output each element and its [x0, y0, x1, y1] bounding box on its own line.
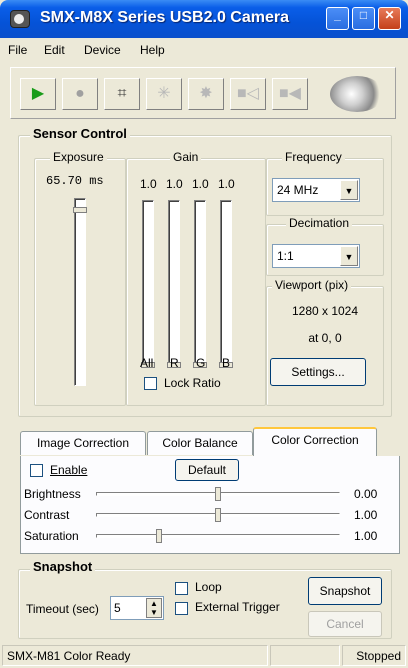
gain-slider-r[interactable] [168, 200, 180, 368]
external-trigger-label: External Trigger [195, 600, 280, 614]
camera-out-icon: ■◀ [279, 85, 301, 102]
enable-checkbox[interactable] [30, 464, 43, 477]
close-button[interactable]: ✕ [378, 7, 401, 30]
gain-slider-all[interactable] [142, 200, 154, 368]
decimation-value: 1:1 [277, 249, 294, 263]
loop-label: Loop [195, 580, 222, 594]
decimation-label: Decimation [286, 216, 353, 230]
sensor-settings-icon: ✸ [199, 85, 213, 102]
chevron-down-icon[interactable]: ▼ [340, 180, 358, 200]
timeout-value: 5 [114, 601, 121, 615]
exposure-label: Exposure [50, 150, 107, 164]
timeout-spinner[interactable]: 5 ▲ ▼ [110, 596, 164, 620]
status-left: SMX-M81 Color Ready [2, 645, 268, 666]
play-icon: ▶ [31, 85, 45, 102]
viewport-offset: at 0, 0 [308, 331, 342, 345]
exposure-slider[interactable] [74, 198, 86, 386]
saturation-slider[interactable] [96, 534, 340, 538]
gain-value-b: 1.0 [218, 177, 235, 191]
exposure-slider-thumb[interactable] [73, 207, 87, 214]
spinner-arrows-icon[interactable]: ▲ ▼ [146, 598, 162, 618]
brightness-slider-thumb[interactable] [215, 487, 221, 501]
sensor-settings-button[interactable]: ✸ [188, 78, 224, 110]
play-button[interactable]: ▶ [20, 78, 56, 110]
frequency-label: Frequency [282, 150, 345, 164]
tab-image-correction[interactable]: Image Correction [20, 431, 146, 455]
saturation-slider-thumb[interactable] [155, 529, 162, 543]
enable-label: Enable [50, 463, 88, 477]
record-button[interactable]: ● [62, 78, 98, 110]
contrast-slider-thumb[interactable] [215, 508, 221, 522]
gain-channel-b: B [222, 356, 231, 370]
saturation-value: 1.00 [354, 529, 378, 543]
gain-channel-all: All [140, 356, 154, 370]
contrast-label: Contrast [24, 508, 70, 522]
maximize-button[interactable]: □ [352, 7, 375, 30]
cancel-button[interactable]: Cancel [308, 611, 382, 637]
camera-out-button[interactable]: ■◀ [272, 78, 308, 110]
settings-button[interactable]: Settings... [270, 358, 366, 386]
sensor-control-title: Sensor Control [30, 126, 130, 141]
camera-app-icon[interactable] [10, 10, 30, 28]
gain-label: Gain [170, 150, 202, 164]
gain-value-all: 1.0 [140, 177, 157, 191]
viewport-label: Viewport (pix) [272, 278, 352, 292]
gain-slider-b[interactable] [220, 200, 232, 368]
menu-edit[interactable]: Edit [44, 43, 65, 57]
gain-value-r: 1.0 [166, 177, 183, 191]
menu-file[interactable]: File [8, 43, 27, 57]
record-icon: ● [75, 85, 85, 102]
snapshot-title: Snapshot [30, 559, 96, 574]
saturation-label: Saturation [24, 529, 79, 543]
decimation-select[interactable]: 1:1 ▼ [272, 244, 360, 268]
external-trigger-checkbox[interactable] [175, 602, 188, 615]
menu-device[interactable]: Device [84, 43, 121, 57]
frequency-select[interactable]: 24 MHz ▼ [272, 178, 360, 202]
status-right: Stopped [342, 645, 406, 666]
default-button[interactable]: Default [175, 459, 239, 481]
title-bar[interactable]: SMX-M8X Series USB2.0 Camera _ □ ✕ [0, 0, 408, 38]
loop-checkbox[interactable] [175, 582, 188, 595]
exposure-value: 65.70 ms [46, 174, 104, 188]
snapshot-button[interactable]: Snapshot [308, 577, 382, 605]
brightness-value: 0.00 [354, 487, 378, 501]
frequency-value: 24 MHz [277, 183, 319, 197]
gain-value-g: 1.0 [192, 177, 209, 191]
crop-button[interactable]: ⌗ [104, 78, 140, 110]
viewport-size: 1280 x 1024 [291, 304, 359, 318]
camera-in-button[interactable]: ■◁ [230, 78, 266, 110]
crop-icon: ⌗ [117, 85, 127, 102]
timeout-label: Timeout (sec) [26, 602, 99, 616]
lock-ratio-label: Lock Ratio [164, 376, 221, 390]
status-middle [270, 645, 340, 666]
gain-channel-g: G [196, 356, 206, 370]
sensor-icon: ✳ [157, 85, 171, 102]
tab-color-correction[interactable]: Color Correction [253, 427, 377, 457]
tab-color-balance[interactable]: Color Balance [147, 431, 253, 455]
chevron-down-icon[interactable]: ▼ [340, 246, 358, 266]
menu-bar: File Edit Device Help [0, 38, 408, 62]
sensor-button[interactable]: ✳ [146, 78, 182, 110]
camera-in-icon: ■◁ [237, 85, 259, 102]
lock-ratio-checkbox[interactable] [144, 377, 157, 390]
brightness-label: Brightness [24, 487, 81, 501]
minimize-button[interactable]: _ [326, 7, 349, 30]
window-title: SMX-M8X Series USB2.0 Camera [40, 9, 289, 26]
contrast-value: 1.00 [354, 508, 378, 522]
gain-slider-g[interactable] [194, 200, 206, 368]
camera-logo-icon [330, 76, 384, 112]
menu-help[interactable]: Help [140, 43, 165, 57]
gain-channel-r: R [170, 356, 179, 370]
